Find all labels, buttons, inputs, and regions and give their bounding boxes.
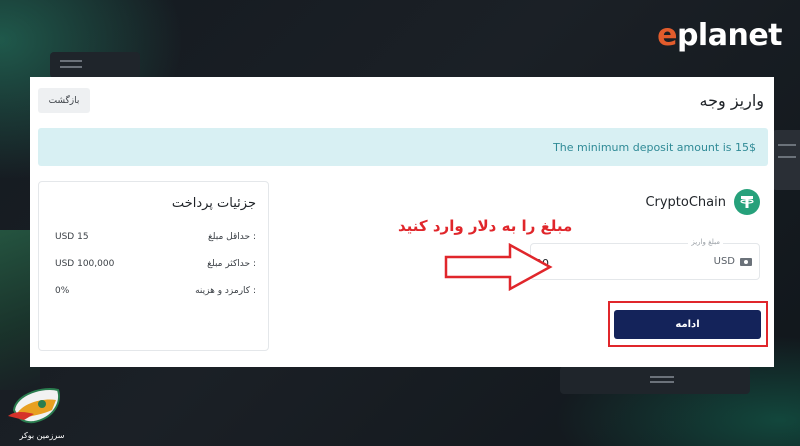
detail-value: 0%	[55, 286, 70, 296]
minimum-deposit-alert: The minimum deposit amount is 15$	[38, 128, 768, 166]
detail-row: USD 15 حداقل مبلغ :	[55, 230, 256, 244]
amount-field: مبلغ واریز USD	[530, 238, 760, 280]
amount-label: مبلغ واریز	[688, 238, 723, 246]
detail-row: 0% کارمزد و هزینه :	[55, 284, 256, 298]
network-selector: CryptoChain	[645, 189, 760, 215]
detail-label: حداقل مبلغ :	[208, 232, 256, 242]
payment-details-title: جزئیات پرداخت	[171, 196, 256, 211]
detail-label: حداکثر مبلغ :	[207, 259, 256, 269]
back-button[interactable]: بازگشت	[38, 88, 90, 113]
watermark-emblem-icon	[8, 388, 60, 424]
payment-details-panel: جزئیات پرداخت USD 15 حداقل مبلغ : USD 10…	[38, 181, 269, 351]
detail-value: USD 100,000	[55, 259, 115, 269]
tether-icon	[734, 189, 760, 215]
page-title: واریز وجه	[699, 91, 764, 110]
network-name: CryptoChain	[645, 194, 726, 210]
deposit-card: واریز وجه بازگشت The minimum deposit amo…	[30, 77, 774, 367]
background-card	[50, 52, 140, 78]
cash-icon	[740, 258, 752, 266]
watermark-logo: سرزمین بوکر	[4, 380, 70, 442]
watermark-text: سرزمین بوکر	[19, 431, 65, 440]
detail-row: USD 100,000 حداکثر مبلغ :	[55, 257, 256, 271]
currency-label: USD	[713, 256, 735, 267]
annotation-text: مبلغ را به دلار وارد کنید	[398, 217, 573, 235]
brand-logo: eplanet	[657, 18, 782, 53]
annotation-arrow-icon	[444, 243, 553, 291]
detail-label: کارمزد و هزینه :	[195, 286, 256, 296]
detail-value: USD 15	[55, 232, 89, 242]
background-panel	[772, 130, 800, 190]
continue-button[interactable]: ادامه	[614, 310, 761, 339]
background-bottom-bar	[560, 366, 750, 394]
